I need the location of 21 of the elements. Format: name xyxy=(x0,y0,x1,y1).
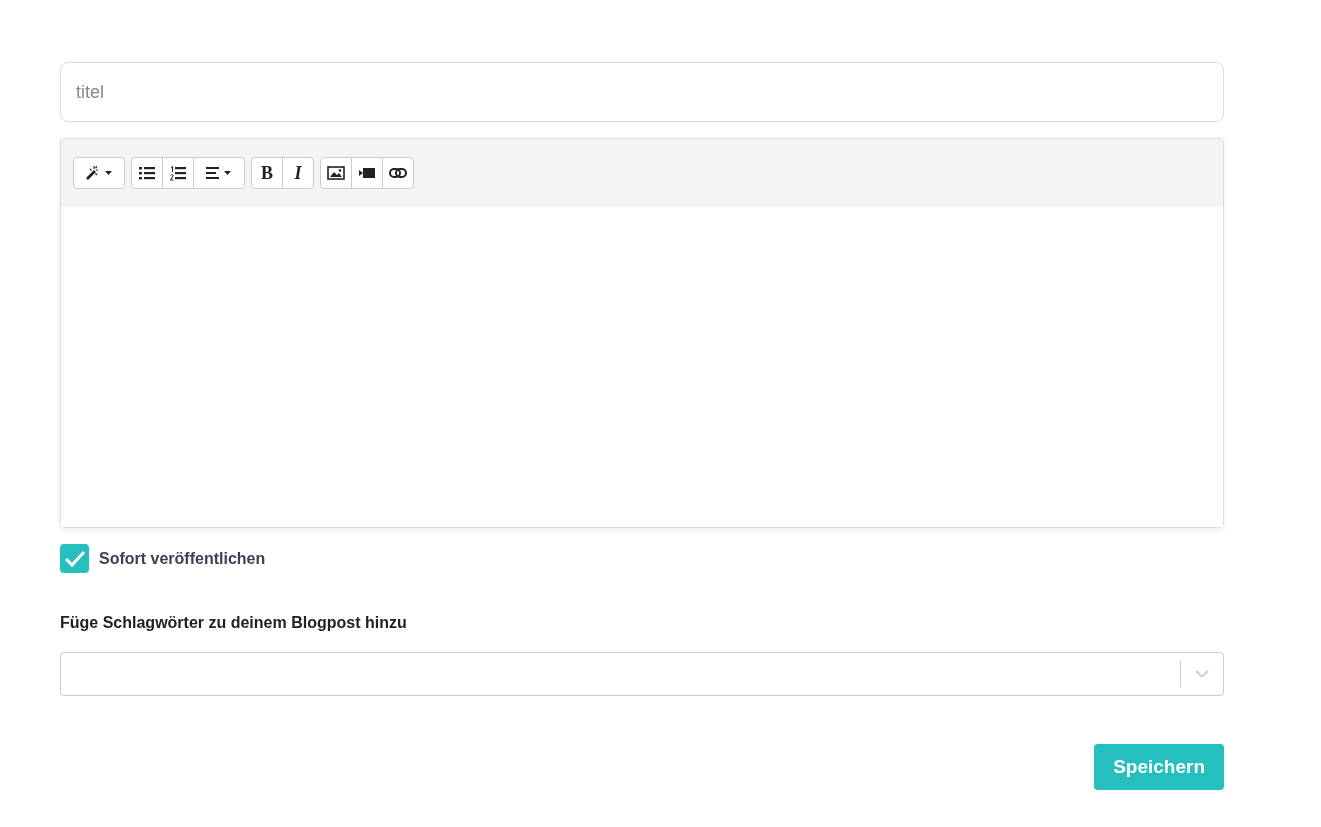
insert-picture-button[interactable] xyxy=(320,157,352,189)
magic-wand-icon xyxy=(85,165,113,181)
tags-select-field[interactable] xyxy=(60,652,1224,696)
link-icon xyxy=(389,168,407,178)
numbered-list-button[interactable] xyxy=(162,157,194,189)
style-button[interactable] xyxy=(73,157,125,189)
numbered-list-icon xyxy=(170,165,186,181)
title-field[interactable]: titel xyxy=(60,62,1224,122)
bold-button[interactable]: B xyxy=(251,157,283,189)
italic-button[interactable]: I xyxy=(282,157,314,189)
bulleted-list-button[interactable] xyxy=(131,157,163,189)
publish-checkbox[interactable] xyxy=(60,544,89,573)
video-camera-icon xyxy=(359,168,375,178)
insert-video-button[interactable] xyxy=(351,157,383,189)
bulleted-list-icon xyxy=(139,166,155,180)
picture-icon xyxy=(327,166,345,180)
tags-label: Füge Schlagwörter zu deinem Blogpost hinzu xyxy=(60,614,408,632)
align-button[interactable] xyxy=(193,157,245,189)
insert-link-button[interactable] xyxy=(382,157,414,189)
publish-label: Sofort veröffentlichen xyxy=(99,549,266,568)
align-left-icon xyxy=(206,167,232,179)
